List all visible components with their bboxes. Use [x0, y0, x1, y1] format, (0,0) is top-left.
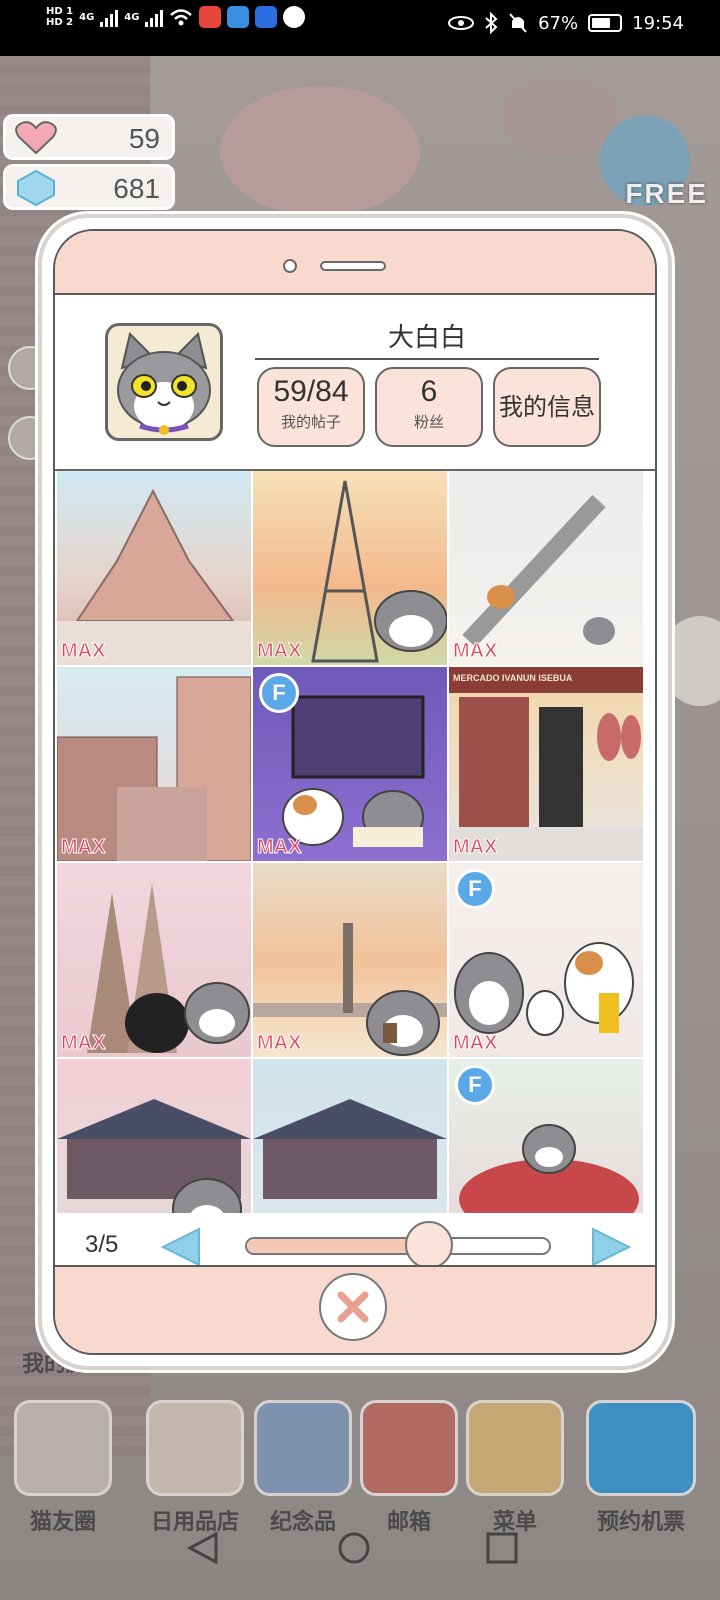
phone-bottom-bezel [55, 1265, 655, 1353]
network-type-2: 4G [124, 11, 140, 23]
gems-counter: 681 [3, 164, 175, 210]
photo-tile[interactable]: MAX [253, 471, 447, 665]
battery-icon [588, 14, 623, 32]
camera-icon [283, 259, 297, 273]
phone-top-bezel [55, 231, 655, 295]
gem-icon [17, 169, 55, 207]
max-badge: MAX [452, 640, 498, 663]
shop-sign-text: MERCADO IVANUN ISEBUA [453, 673, 573, 683]
profile-header: 大白白 59/84 我的帖子 6 粉丝 我的信息 [55, 297, 655, 469]
battery-percent: 67% [538, 12, 579, 34]
my-messages-button[interactable]: 我的信息 [493, 367, 601, 447]
fans-label: 粉丝 [413, 413, 444, 431]
mont-saint-michel-picture [57, 488, 251, 665]
weather-icon [227, 6, 250, 28]
phone-screen: 大白白 59/84 我的帖子 6 粉丝 我的信息 MAX MAX MAX MAX… [53, 229, 657, 1355]
friend-badge-icon: F [455, 1065, 495, 1105]
photo-tile[interactable] [253, 1059, 447, 1213]
photo-grid: MAX MAX MAX MAX F MAX MERCADO IVANUN ISE… [55, 469, 655, 1213]
ball-app-icon [283, 6, 306, 28]
page-indicator: 3/5 [85, 1231, 119, 1258]
cat-friends-icon [14, 1400, 112, 1496]
free-gem-badge[interactable]: FREE [625, 178, 708, 210]
photo-tile[interactable]: MAX [57, 667, 251, 861]
sagrada-familia-cats-picture [87, 883, 250, 1053]
hd2-label: HD 2 [46, 17, 74, 28]
bulb-app-icon [255, 6, 278, 28]
souvenir-box-icon [254, 1400, 352, 1496]
escalator-cats-picture [462, 494, 615, 648]
hearts-counter: 59 [3, 114, 175, 160]
friend-badge-icon: F [259, 673, 299, 713]
photo-tile[interactable]: F [449, 1059, 643, 1213]
gems-value: 681 [113, 173, 160, 204]
max-badge: MAX [256, 836, 302, 859]
max-badge: MAX [256, 640, 302, 663]
max-badge: MAX [452, 836, 498, 859]
photo-tile[interactable] [57, 1059, 251, 1213]
mute-bell-icon [509, 13, 527, 33]
photo-tile[interactable]: MAX [57, 863, 251, 1057]
folder-paw-icon [466, 1400, 564, 1496]
weibo-icon [199, 6, 222, 28]
heart-icon [15, 121, 57, 155]
speaker-icon [320, 261, 386, 271]
username: 大白白 [255, 317, 599, 360]
eye-icon [448, 16, 475, 30]
bluetooth-icon [485, 12, 498, 34]
photo-tile[interactable]: MERCADO IVANUN ISEBUA MAX [449, 667, 643, 861]
signal-2-icon [145, 7, 164, 27]
close-button[interactable] [319, 1273, 387, 1341]
photo-tile[interactable]: F MAX [253, 667, 447, 861]
posts-stat-button[interactable]: 59/84 我的帖子 [257, 367, 365, 447]
photo-tile[interactable]: MAX [253, 863, 447, 1057]
close-icon [337, 1291, 369, 1323]
apartments-picture [57, 676, 251, 861]
recents-nav-icon[interactable] [472, 1518, 532, 1578]
mailbox-icon [360, 1400, 458, 1496]
page-slider-fill [247, 1239, 429, 1253]
scene-tree [220, 86, 420, 216]
gray-cat-avatar-icon [117, 332, 211, 435]
max-badge: MAX [60, 836, 106, 859]
clock: 19:54 [632, 12, 684, 34]
prev-page-arrow-icon[interactable] [159, 1225, 203, 1269]
wifi-icon [170, 9, 193, 26]
hd-indicator: HD 1 HD 2 [46, 6, 73, 28]
next-page-arrow-icon[interactable] [589, 1225, 633, 1269]
max-badge: MAX [60, 1032, 106, 1055]
photo-tile[interactable]: F MAX [449, 863, 643, 1057]
my-messages-label: 我的信息 [499, 393, 595, 421]
palace-picture [253, 1099, 447, 1199]
hd1-label: HD 1 [46, 6, 74, 17]
airplane-icon [586, 1400, 696, 1496]
max-badge: MAX [60, 640, 106, 663]
photo-tile[interactable]: MAX [449, 471, 643, 665]
max-badge: MAX [256, 1032, 302, 1055]
city-skyline-cat-picture [253, 923, 447, 1056]
avatar[interactable] [105, 323, 223, 441]
status-bar: HD 1 HD 2 4G 4G 67% 19:54 [0, 0, 720, 56]
daily-shop-icon [146, 1400, 244, 1496]
posts-count: 59/84 [273, 375, 349, 408]
photo-tile[interactable]: MAX [57, 471, 251, 665]
home-nav-icon[interactable] [324, 1518, 384, 1578]
back-nav-icon[interactable] [176, 1518, 236, 1578]
system-nav-bar [0, 1500, 720, 1600]
max-badge: MAX [452, 1032, 498, 1055]
page-slider-track[interactable] [245, 1237, 551, 1255]
fans-stat-button[interactable]: 6 粉丝 [375, 367, 483, 447]
signal-1-icon [100, 7, 119, 27]
network-type-1: 4G [79, 11, 95, 23]
profile-phone-dialog: 大白白 59/84 我的帖子 6 粉丝 我的信息 MAX MAX MAX MAX… [42, 218, 668, 1366]
fans-count: 6 [420, 375, 438, 408]
hearts-value: 59 [128, 123, 160, 154]
ham-shop-picture [449, 667, 643, 861]
posts-label: 我的帖子 [280, 413, 341, 431]
friend-badge-icon: F [455, 869, 495, 909]
palace-cat-picture [57, 1099, 251, 1213]
page-slider-thumb[interactable] [404, 1221, 453, 1269]
scene-side-button[interactable] [660, 616, 720, 706]
eiffel-cat-picture [311, 480, 447, 663]
